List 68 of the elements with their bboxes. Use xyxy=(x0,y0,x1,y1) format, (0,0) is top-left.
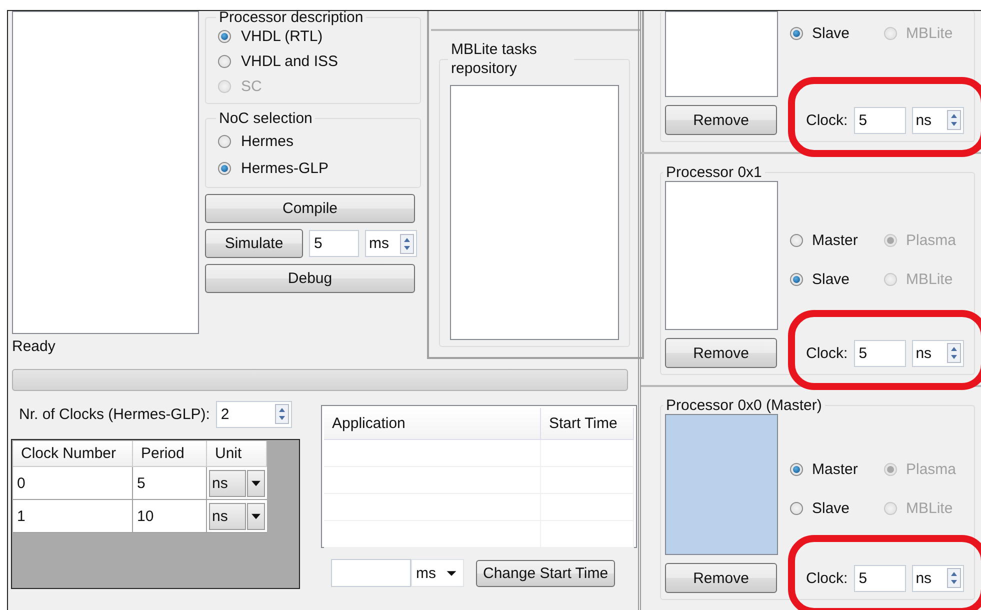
remove-button[interactable]: Remove xyxy=(665,563,777,593)
radio-option[interactable]: Master xyxy=(790,460,872,478)
radio-indicator[interactable] xyxy=(790,234,803,246)
group-title: Processor description xyxy=(218,9,364,26)
clock-label: Clock: xyxy=(806,570,848,586)
unit-dropdown[interactable]: ms xyxy=(411,559,464,587)
radio-option[interactable]: Master xyxy=(790,232,872,248)
radio-indicator[interactable] xyxy=(790,27,803,40)
table-cell: 0 xyxy=(13,467,133,500)
task-list[interactable] xyxy=(665,414,778,555)
spinner-arrows-icon[interactable] xyxy=(274,404,289,424)
table-cell: 5 xyxy=(133,467,207,500)
unit-spinner[interactable]: ms xyxy=(365,230,417,257)
spinner-arrows-icon[interactable] xyxy=(946,343,961,363)
group-title: Processor 0x0 (Master) xyxy=(665,397,823,414)
clocks-spinner[interactable]: 2 xyxy=(216,400,292,428)
status-text: Ready xyxy=(12,338,56,355)
radio-indicator[interactable] xyxy=(790,502,803,514)
radio-option[interactable]: Hermes-GLP xyxy=(218,160,408,177)
radio-option[interactable]: VHDL (RTL) xyxy=(218,28,408,45)
spinner-arrows-icon[interactable] xyxy=(946,568,961,588)
radio-indicator[interactable] xyxy=(218,30,231,43)
radio-option[interactable]: Slave xyxy=(790,25,872,42)
clocks-label: Nr. of Clocks (Hermes-GLP): xyxy=(19,406,210,422)
group-title: Processor 0x1 xyxy=(665,164,763,181)
column-header[interactable]: Period xyxy=(133,441,207,467)
time-input[interactable]: 5 xyxy=(309,230,359,257)
caret-icon[interactable] xyxy=(247,502,265,530)
compile-button[interactable]: Compile xyxy=(205,194,415,223)
group-title: MBLite tasks repository xyxy=(450,41,538,78)
task-list[interactable] xyxy=(665,11,778,97)
clock-input[interactable]: 5 xyxy=(854,340,906,366)
spinner-arrows-icon[interactable] xyxy=(946,110,961,130)
radio-indicator[interactable] xyxy=(218,55,231,68)
simulate-button[interactable]: Simulate xyxy=(205,229,303,258)
change-start-time-button[interactable]: Change Start Time xyxy=(476,560,616,586)
clock-label: Clock: xyxy=(806,112,848,128)
column-header[interactable]: Unit xyxy=(207,441,267,467)
start-time-input[interactable] xyxy=(331,559,411,587)
table-cell: 1 xyxy=(13,500,133,533)
column-header[interactable]: Clock Number xyxy=(13,441,133,467)
unit-spinner[interactable]: ns xyxy=(912,340,964,366)
radio-option[interactable]: Slave xyxy=(790,270,872,288)
radio-option[interactable]: Hermes xyxy=(218,133,408,150)
column-header[interactable]: Start Time xyxy=(541,408,634,440)
clock-label: Clock: xyxy=(806,344,848,362)
debug-button[interactable]: Debug xyxy=(205,264,415,293)
radio-option[interactable]: VHDL and ISS xyxy=(218,53,408,70)
clock-input[interactable]: 5 xyxy=(854,106,906,134)
spinner-arrows-icon[interactable] xyxy=(400,234,414,254)
caret-icon[interactable] xyxy=(247,470,265,496)
table-cell: 10 xyxy=(133,500,207,533)
task-list[interactable] xyxy=(665,181,778,330)
application-list[interactable]: Application Start Time xyxy=(321,405,637,548)
unit-spinner[interactable]: ns xyxy=(912,106,964,134)
radio-option[interactable]: Slave xyxy=(790,500,872,516)
remove-button[interactable]: Remove xyxy=(665,105,777,135)
unit-dropdown[interactable]: ns xyxy=(207,467,267,500)
radio-indicator[interactable] xyxy=(790,462,803,476)
unit-dropdown[interactable]: ns xyxy=(207,500,267,533)
radio-indicator[interactable] xyxy=(218,135,231,148)
column-header[interactable]: Application xyxy=(324,408,541,440)
radio-indicator[interactable] xyxy=(790,272,803,286)
remove-button[interactable]: Remove xyxy=(665,338,777,368)
clock-input[interactable]: 5 xyxy=(854,564,906,592)
group-title: NoC selection xyxy=(218,110,314,127)
unit-spinner[interactable]: ns xyxy=(912,564,964,592)
radio-indicator[interactable] xyxy=(218,162,231,175)
